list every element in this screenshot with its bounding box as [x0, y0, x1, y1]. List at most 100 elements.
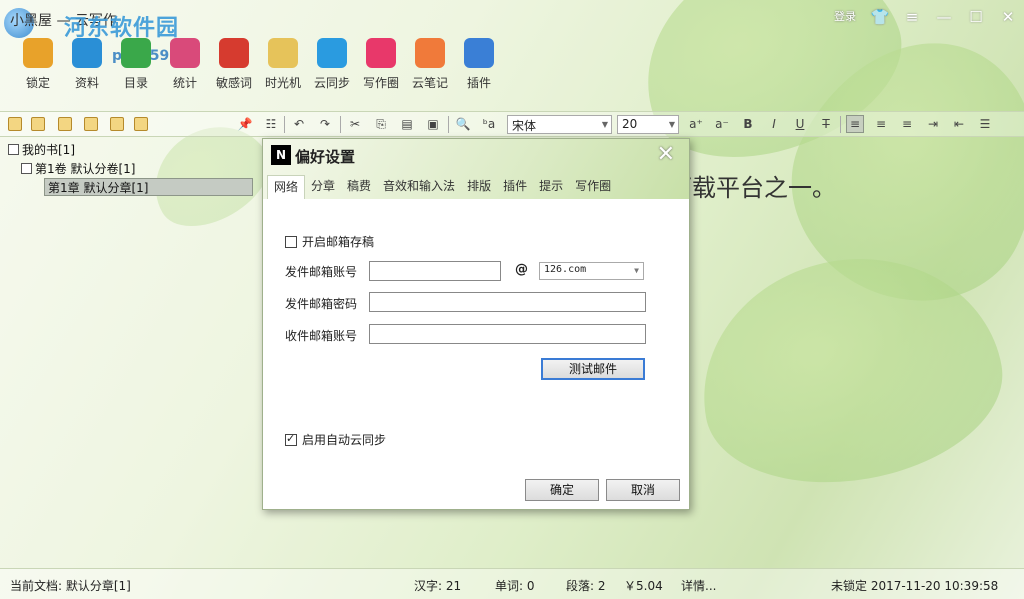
- status-current-doc: 当前文档: 默认分章[1]: [10, 579, 131, 593]
- toolbar-button[interactable]: 资料: [63, 38, 111, 100]
- toolbar-button[interactable]: 时光机: [259, 38, 307, 100]
- status-price: ￥5.04: [624, 579, 663, 593]
- strikethrough-icon[interactable]: T: [817, 115, 835, 133]
- dialog-tab[interactable]: 稿费: [341, 175, 377, 199]
- font-name-value: 宋体: [512, 119, 537, 133]
- toolbar-button[interactable]: 写作圈: [357, 38, 405, 100]
- tree-chapter[interactable]: 第1章 默认分章[1]: [44, 178, 253, 196]
- plus-icon: [464, 38, 494, 68]
- paste-icon[interactable]: ▤: [398, 115, 416, 133]
- dialog-tab[interactable]: 音效和输入法: [377, 175, 461, 199]
- tree-volume[interactable]: 第1卷 默认分卷[1]: [21, 160, 135, 178]
- app-logo-icon: N: [271, 145, 291, 165]
- align-right-icon[interactable]: ≡: [898, 115, 916, 133]
- font-name-select[interactable]: 宋体 ▼: [507, 115, 612, 134]
- close-icon[interactable]: ✕: [992, 0, 1024, 34]
- auto-sync-label: 启用自动云同步: [302, 433, 387, 447]
- minimize-icon[interactable]: —: [928, 0, 960, 34]
- maximize-icon[interactable]: ☐: [960, 0, 992, 34]
- cloud-icon: [317, 38, 347, 68]
- dialog-tab[interactable]: 网络: [267, 175, 306, 199]
- book-tree: 我的书[1] 第1卷 默认分卷[1] 第1章 默认分章[1]: [0, 138, 256, 568]
- skin-icon[interactable]: 👕: [864, 0, 896, 34]
- note-icon: [415, 38, 445, 68]
- status-details-link[interactable]: 详情...: [681, 577, 716, 594]
- import-icon[interactable]: [84, 117, 98, 131]
- mail-domain-select[interactable]: 126.com ▼: [539, 262, 644, 280]
- align-left-icon[interactable]: ≡: [846, 115, 864, 133]
- replace-icon[interactable]: ᵇa: [480, 115, 498, 133]
- move-down-icon[interactable]: [134, 117, 148, 131]
- status-paragraphs: 段落: 2: [566, 579, 606, 593]
- chat-icon: [219, 38, 249, 68]
- toolbar-button[interactable]: 敏感词: [210, 38, 258, 100]
- font-grow-icon[interactable]: a⁺: [687, 115, 705, 133]
- toolbar-button[interactable]: 目录: [112, 38, 160, 100]
- toolbar-button[interactable]: 锁定: [14, 38, 62, 100]
- toolbar-button-label: 目录: [123, 76, 148, 90]
- format-toolbar: 📌 ☷ ↶ ↷ ✂ ⎘ ▤ ▣ 🔍 ᵇa 宋体 ▼ 20 ▼ a⁺ a⁻ B I…: [0, 111, 1024, 137]
- copy-icon[interactable]: ⎘: [372, 115, 390, 133]
- dialog-tab[interactable]: 分章: [305, 175, 341, 199]
- dialog-tab[interactable]: 排版: [461, 175, 497, 199]
- indent-icon[interactable]: ⇥: [924, 115, 942, 133]
- align-center-icon[interactable]: ≡: [872, 115, 890, 133]
- chevron-down-icon: ▼: [601, 120, 608, 129]
- dialog-close-icon[interactable]: ✕: [657, 142, 675, 167]
- tree-root[interactable]: 我的书[1]: [8, 141, 75, 159]
- toolbar-button-label: 写作圈: [362, 76, 399, 90]
- enable-email-row[interactable]: 开启邮箱存稿: [285, 233, 374, 250]
- toolbar-button[interactable]: 统计: [161, 38, 209, 100]
- lock-icon: [23, 38, 53, 68]
- underline-icon[interactable]: U: [791, 115, 809, 133]
- outdent-icon[interactable]: ⇤: [950, 115, 968, 133]
- status-words: 单词: 0: [495, 579, 535, 593]
- recv-account-input[interactable]: [369, 324, 646, 344]
- cut-icon[interactable]: ✂: [346, 115, 364, 133]
- font-shrink-icon[interactable]: a⁻: [713, 115, 731, 133]
- toolbar-button[interactable]: 云同步: [308, 38, 356, 100]
- move-up-icon[interactable]: [110, 117, 124, 131]
- enable-email-label: 开启邮箱存稿: [302, 235, 375, 249]
- auto-sync-checkbox[interactable]: [285, 432, 297, 446]
- auto-sync-row[interactable]: 启用自动云同步: [285, 431, 386, 448]
- send-password-label: 发件邮箱密码: [285, 297, 358, 311]
- cancel-button[interactable]: 取消: [606, 479, 680, 501]
- new-book-icon[interactable]: [8, 117, 22, 131]
- editor-text: 下载平台之一。: [668, 174, 836, 202]
- send-account-input[interactable]: [369, 261, 501, 281]
- chevron-down-icon: ▼: [634, 266, 639, 275]
- toolbar-button-label: 云同步: [313, 76, 350, 90]
- send-password-input[interactable]: [369, 292, 646, 312]
- book-icon: [72, 38, 102, 68]
- font-size-value: 20: [622, 117, 638, 131]
- dialog-tab[interactable]: 提示: [533, 175, 569, 199]
- chart-icon: [170, 38, 200, 68]
- menu-icon[interactable]: ≡: [896, 0, 928, 34]
- status-bar: 当前文档: 默认分章[1] 汉字: 21 单词: 0 段落: 2 ￥5.04 详…: [0, 568, 1024, 599]
- bold-icon[interactable]: B: [739, 115, 757, 133]
- dialog-tab[interactable]: 插件: [497, 175, 533, 199]
- bullet-list-icon[interactable]: ☰: [976, 115, 994, 133]
- toolbar-button[interactable]: 云笔记: [406, 38, 454, 100]
- enable-email-checkbox[interactable]: [285, 236, 297, 248]
- new-chapter-icon[interactable]: [58, 117, 72, 131]
- recv-account-label: 收件邮箱账号: [285, 329, 358, 343]
- italic-icon[interactable]: I: [765, 115, 783, 133]
- font-size-select[interactable]: 20 ▼: [617, 115, 679, 134]
- new-volume-icon[interactable]: [31, 117, 45, 131]
- columns-icon[interactable]: ☷: [262, 115, 280, 133]
- pin-icon[interactable]: 📌: [236, 115, 254, 133]
- select-all-icon[interactable]: ▣: [424, 115, 442, 133]
- login-link[interactable]: 登录: [826, 0, 864, 34]
- undo-icon[interactable]: ↶: [290, 115, 308, 133]
- test-mail-button[interactable]: 测试邮件: [541, 358, 645, 380]
- send-account-label: 发件邮箱账号: [285, 265, 358, 279]
- search-icon[interactable]: 🔍: [454, 115, 472, 133]
- dialog-tab[interactable]: 写作圈: [569, 175, 617, 199]
- status-chars: 汉字: 21: [414, 579, 462, 593]
- redo-icon[interactable]: ↷: [316, 115, 334, 133]
- ok-button[interactable]: 确定: [525, 479, 599, 501]
- toolbar-button[interactable]: 插件: [455, 38, 503, 100]
- tree-root-label: 我的书[1]: [22, 143, 75, 157]
